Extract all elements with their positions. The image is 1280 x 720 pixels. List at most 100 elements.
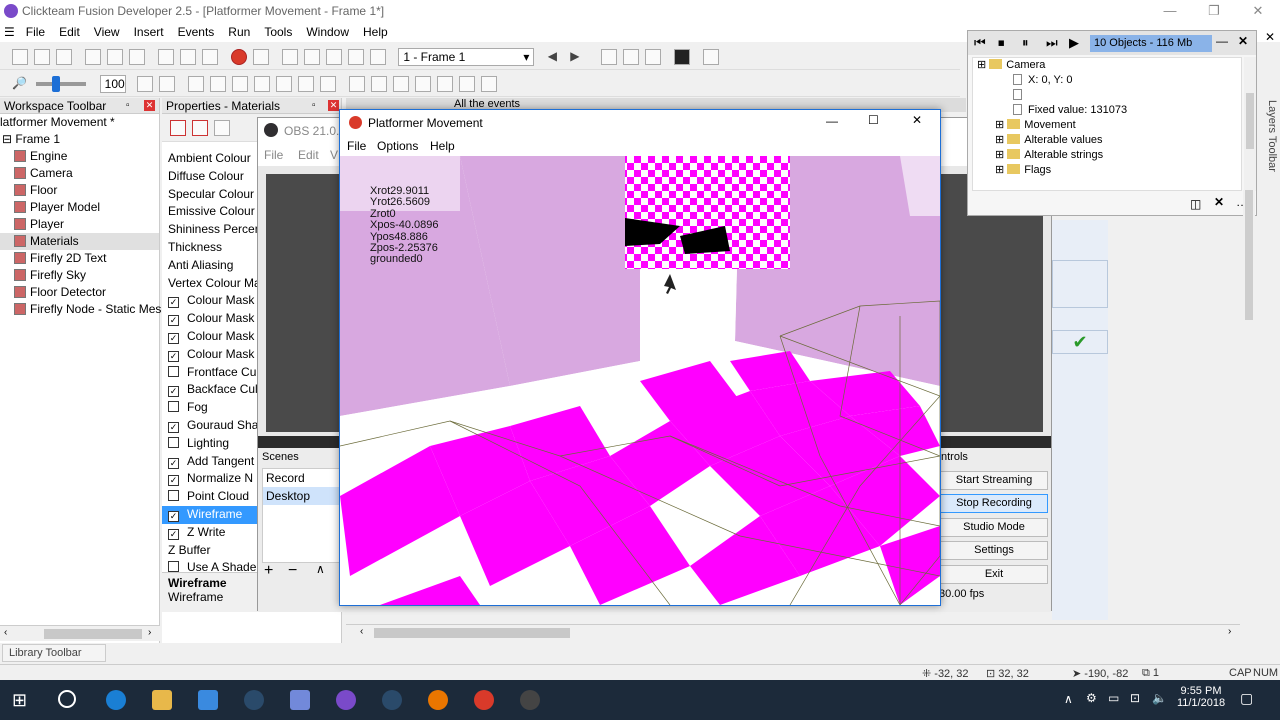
property-checkbox[interactable]: ✓ [168, 386, 179, 398]
data-elements-icon[interactable] [370, 49, 386, 65]
file-explorer-icon[interactable] [152, 690, 172, 710]
color-icon[interactable] [673, 49, 690, 65]
maximize-button[interactable]: ❐ [1192, 0, 1236, 22]
layout-icon[interactable] [622, 49, 639, 65]
layers-toolbar-tab[interactable]: Layers Toolbar [1262, 100, 1278, 200]
obs-menu-view[interactable]: V [330, 148, 338, 162]
obs-scene-desktop[interactable]: Desktop [263, 487, 341, 505]
notifications-icon[interactable]: ▢ [1240, 690, 1253, 707]
cortana-icon[interactable] [58, 690, 76, 708]
menu-window[interactable]: Window [299, 22, 356, 42]
properties-close-button[interactable]: ✕ [328, 100, 339, 111]
debugger-tree-item[interactable]: Fixed value: 131073 [973, 103, 1241, 118]
obs-menu-edit[interactable]: Edit [298, 148, 319, 162]
game-viewport[interactable]: Xrot29.9011 Yrot26.5609 Zrot0 Xpos-40.0896 Y… [340, 156, 940, 605]
property-checkbox[interactable]: ✓ [168, 457, 179, 469]
storyboard-icon[interactable] [282, 49, 298, 65]
workspace-item[interactable]: Engine [0, 148, 159, 165]
property-checkbox[interactable]: ✓ [168, 510, 179, 522]
game-menu-file[interactable]: File [347, 139, 366, 153]
property-checkbox[interactable]: ✓ [168, 297, 179, 309]
debugger-scrollbar[interactable] [1244, 57, 1256, 191]
property-checkbox[interactable] [168, 436, 179, 448]
menu-insert[interactable]: Insert [127, 22, 171, 42]
tool-icon-1[interactable] [136, 76, 153, 92]
minimize-button[interactable]: — [1148, 0, 1192, 22]
menu-run[interactable]: Run [221, 22, 257, 42]
help-icon[interactable] [202, 49, 218, 65]
obs-menu-file[interactable]: File [264, 148, 283, 162]
property-checkbox[interactable]: ✓ [168, 475, 179, 487]
workspace-item[interactable]: Player [0, 216, 159, 233]
layers-close-icon[interactable]: ✕ [1265, 30, 1275, 44]
workspace-close-button[interactable]: ✕ [144, 100, 155, 111]
blender-icon[interactable] [428, 690, 448, 710]
forward-icon[interactable] [253, 49, 269, 65]
workspace-item[interactable]: Camera [0, 165, 159, 182]
copy-icon[interactable] [107, 49, 123, 65]
workspace-scrollbar[interactable]: ‹ › [0, 625, 160, 641]
firefox-icon[interactable] [474, 690, 494, 710]
cut-icon[interactable] [85, 49, 101, 65]
save-icon[interactable] [56, 49, 72, 65]
menu-tools[interactable]: Tools [257, 22, 299, 42]
redo-icon[interactable] [180, 49, 196, 65]
tray-expand-icon[interactable]: ∧ [1064, 692, 1073, 706]
zoom-slider[interactable] [36, 76, 87, 92]
steam-icon[interactable] [244, 690, 264, 710]
workspace-item[interactable]: Materials [0, 233, 159, 250]
tool-icon-9[interactable] [319, 76, 336, 92]
close-button[interactable]: ✕ [1236, 0, 1280, 22]
game-minimize-button[interactable]: — [826, 114, 838, 128]
obs-taskbar-icon[interactable] [520, 690, 540, 710]
tool-icon-10[interactable] [348, 76, 365, 92]
library-toolbar-tab[interactable]: Library Toolbar [2, 644, 106, 662]
open-icon[interactable] [34, 49, 50, 65]
menu-view[interactable]: View [87, 22, 127, 42]
undo-icon[interactable] [158, 49, 174, 65]
prop-tab-settings-icon[interactable] [170, 120, 186, 136]
obs-scene-record[interactable]: Record [263, 469, 341, 487]
property-checkbox[interactable]: ✓ [168, 315, 179, 327]
menu-help[interactable]: Help [356, 22, 395, 42]
align-icon[interactable] [600, 49, 617, 65]
prev-frame-icon[interactable]: ◀ [548, 49, 557, 63]
workspace-root[interactable]: latformer Movement * [0, 114, 159, 131]
game-menu-options[interactable]: Options [377, 139, 418, 153]
debugger-tree-item[interactable] [973, 88, 1241, 103]
tool-icon-14[interactable] [436, 76, 453, 92]
workspace-item[interactable]: Player Model [0, 199, 159, 216]
zoom-value[interactable]: 100 [99, 75, 126, 93]
menu-events[interactable]: Events [171, 22, 222, 42]
scene-up-icon[interactable]: ∧ [316, 562, 325, 576]
debugger-tree-item[interactable]: ⊞ Alterable strings [973, 148, 1241, 163]
tool-icon-15[interactable] [458, 76, 475, 92]
prop-tab-display-icon[interactable] [192, 120, 208, 136]
tool-icon-13[interactable] [414, 76, 431, 92]
debugger-close-button[interactable]: ✕ [1238, 34, 1248, 48]
tray-display-icon[interactable]: ⊡ [1130, 691, 1140, 705]
new-icon[interactable] [12, 49, 28, 65]
stop-recording-button[interactable]: Stop Recording [940, 494, 1048, 513]
workspace-frame[interactable]: ⊟ Frame 1 [0, 131, 159, 148]
property-checkbox[interactable] [168, 401, 179, 413]
debugger-add-icon[interactable]: ◫ [1190, 197, 1201, 211]
tool-icon-6[interactable] [253, 76, 270, 92]
grid-icon[interactable] [702, 49, 719, 65]
tool-icon-5[interactable] [231, 76, 248, 92]
exit-button[interactable]: Exit [940, 565, 1048, 584]
edge-icon[interactable] [106, 690, 126, 710]
zoom-icon[interactable]: 🔎 [12, 76, 27, 90]
checkmark-icon[interactable]: ✔ [1052, 330, 1108, 354]
stop-icon[interactable] [231, 49, 247, 65]
add-scene-icon[interactable]: + [264, 562, 273, 580]
start-icon[interactable]: ⊞ [12, 690, 32, 710]
prop-tab-about-icon[interactable] [214, 120, 230, 136]
tool-icon-12[interactable] [392, 76, 409, 92]
tool-icon-3[interactable] [187, 76, 204, 92]
tray-network-icon[interactable]: ▭ [1108, 691, 1119, 705]
property-checkbox[interactable]: ✓ [168, 528, 179, 540]
debugger-tree-item[interactable]: ⊞ Alterable values [973, 133, 1241, 148]
menu-icon[interactable]: ☰ [0, 22, 19, 42]
debugger-rewind-icon[interactable]: ⏮ [974, 35, 986, 51]
